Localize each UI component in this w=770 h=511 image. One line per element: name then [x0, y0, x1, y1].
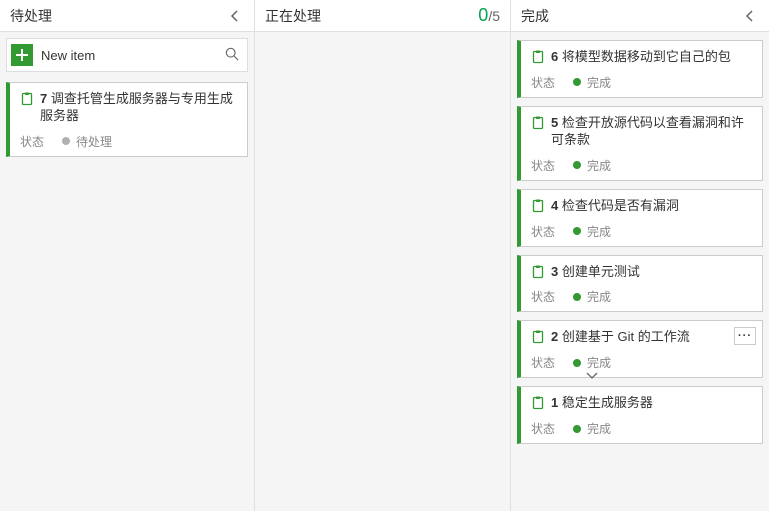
clipboard-icon — [531, 265, 545, 279]
column-processing-count: 0/5 — [478, 5, 500, 26]
column-done-title: 完成 — [521, 6, 549, 26]
card-status-row: 状态 完成 — [531, 157, 752, 174]
column-pending-header: 待处理 — [0, 0, 254, 32]
card-title-row: 5 检查开放源代码以查看漏洞和许可条款 — [531, 115, 752, 149]
card-title-row: 1 稳定生成服务器 — [531, 395, 752, 412]
status-dot-icon — [573, 227, 581, 235]
card[interactable]: 2 创建基于 Git 的工作流 ··· 状态 完成 — [517, 320, 763, 378]
status-dot-icon — [62, 137, 70, 145]
card[interactable]: 5 检查开放源代码以查看漏洞和许可条款状态 完成 — [517, 106, 763, 181]
clipboard-icon — [531, 396, 545, 410]
plus-icon — [15, 48, 29, 62]
card-status-row: 状态 完成 — [531, 420, 752, 437]
card[interactable]: 3 创建单元测试状态 完成 — [517, 255, 763, 313]
column-processing-body — [255, 32, 510, 511]
chevron-left-icon — [230, 10, 240, 22]
clipboard-icon — [531, 199, 545, 213]
card-status-row: 状态 完成 — [531, 74, 752, 91]
column-done-body: 6 将模型数据移动到它自己的包状态完成5 检查开放源代码以查看漏洞和许可条款状态… — [511, 32, 769, 511]
column-done-header: 完成 — [511, 0, 769, 32]
card[interactable]: 6 将模型数据移动到它自己的包状态 完成 — [517, 40, 763, 98]
clipboard-icon — [531, 50, 545, 64]
search-icon[interactable] — [225, 47, 239, 64]
status-value: 完成 — [573, 157, 611, 174]
status-label: 状态 — [531, 223, 555, 240]
card-status-row: 状态 完成 — [531, 354, 752, 371]
card-title: 4 检查代码是否有漏洞 — [551, 198, 679, 215]
status-label: 状态 — [531, 157, 555, 174]
status-dot-icon — [573, 161, 581, 169]
card-title: 1 稳定生成服务器 — [551, 395, 653, 412]
status-dot-icon — [573, 359, 581, 367]
status-label: 状态 — [531, 420, 555, 437]
status-value: 完成 — [573, 288, 611, 305]
chevron-down-icon[interactable] — [586, 369, 598, 383]
column-processing: 正在处理 0/5 — [255, 0, 511, 511]
card-title-row: 3 创建单元测试 — [531, 264, 752, 281]
status-value: 完成 — [573, 354, 611, 371]
status-label: 状态 — [531, 74, 555, 91]
status-value: 待处理 — [62, 133, 112, 150]
card-title-row: 7 调查托管生成服务器与专用生成服务器 — [20, 91, 237, 125]
status-dot-icon — [573, 425, 581, 433]
clipboard-icon — [531, 330, 545, 344]
card[interactable]: 4 检查代码是否有漏洞状态 完成 — [517, 189, 763, 247]
collapse-button[interactable] — [741, 7, 759, 25]
card[interactable]: 7 调查托管生成服务器与专用生成服务器 状态 待处理 — [6, 82, 248, 157]
clipboard-icon — [20, 92, 34, 106]
card-status-row: 状态 待处理 — [20, 133, 237, 150]
status-label: 状态 — [531, 354, 555, 371]
status-dot-icon — [573, 293, 581, 301]
card-title-row: 4 检查代码是否有漏洞 — [531, 198, 752, 215]
status-dot-icon — [573, 78, 581, 86]
new-item-row[interactable]: New item — [6, 38, 248, 72]
card-title: 3 创建单元测试 — [551, 264, 640, 281]
status-value: 完成 — [573, 420, 611, 437]
card-title: 7 调查托管生成服务器与专用生成服务器 — [40, 91, 237, 125]
status-label: 状态 — [20, 133, 44, 150]
card-status-row: 状态 完成 — [531, 288, 752, 305]
collapse-button[interactable] — [226, 7, 244, 25]
card-more-button[interactable]: ··· — [734, 327, 756, 345]
card-title-row: 2 创建基于 Git 的工作流 — [531, 329, 752, 346]
card-title: 6 将模型数据移动到它自己的包 — [551, 49, 731, 66]
clipboard-icon — [531, 116, 545, 130]
new-item-label: New item — [41, 48, 225, 63]
card-title-row: 6 将模型数据移动到它自己的包 — [531, 49, 752, 66]
column-pending-title: 待处理 — [10, 6, 52, 26]
column-processing-header: 正在处理 0/5 — [255, 0, 510, 32]
card-title: 2 创建基于 Git 的工作流 — [551, 329, 690, 346]
column-pending-body: New item 7 调查托管生成服务器与专用生成服务器 状态 待处理 — [0, 32, 254, 511]
status-value: 完成 — [573, 74, 611, 91]
card-title: 5 检查开放源代码以查看漏洞和许可条款 — [551, 115, 752, 149]
column-pending: 待处理 New item 7 调查托管生成服务器与专用生成服务器 状态 — [0, 0, 255, 511]
chevron-left-icon — [745, 10, 755, 22]
add-button[interactable] — [11, 44, 33, 66]
card-status-row: 状态 完成 — [531, 223, 752, 240]
card[interactable]: 1 稳定生成服务器状态 完成 — [517, 386, 763, 444]
column-done: 完成 6 将模型数据移动到它自己的包状态完成5 检查开放源代码以查看漏洞和许可条… — [511, 0, 769, 511]
status-value: 完成 — [573, 223, 611, 240]
column-processing-title: 正在处理 — [265, 6, 321, 26]
status-label: 状态 — [531, 288, 555, 305]
